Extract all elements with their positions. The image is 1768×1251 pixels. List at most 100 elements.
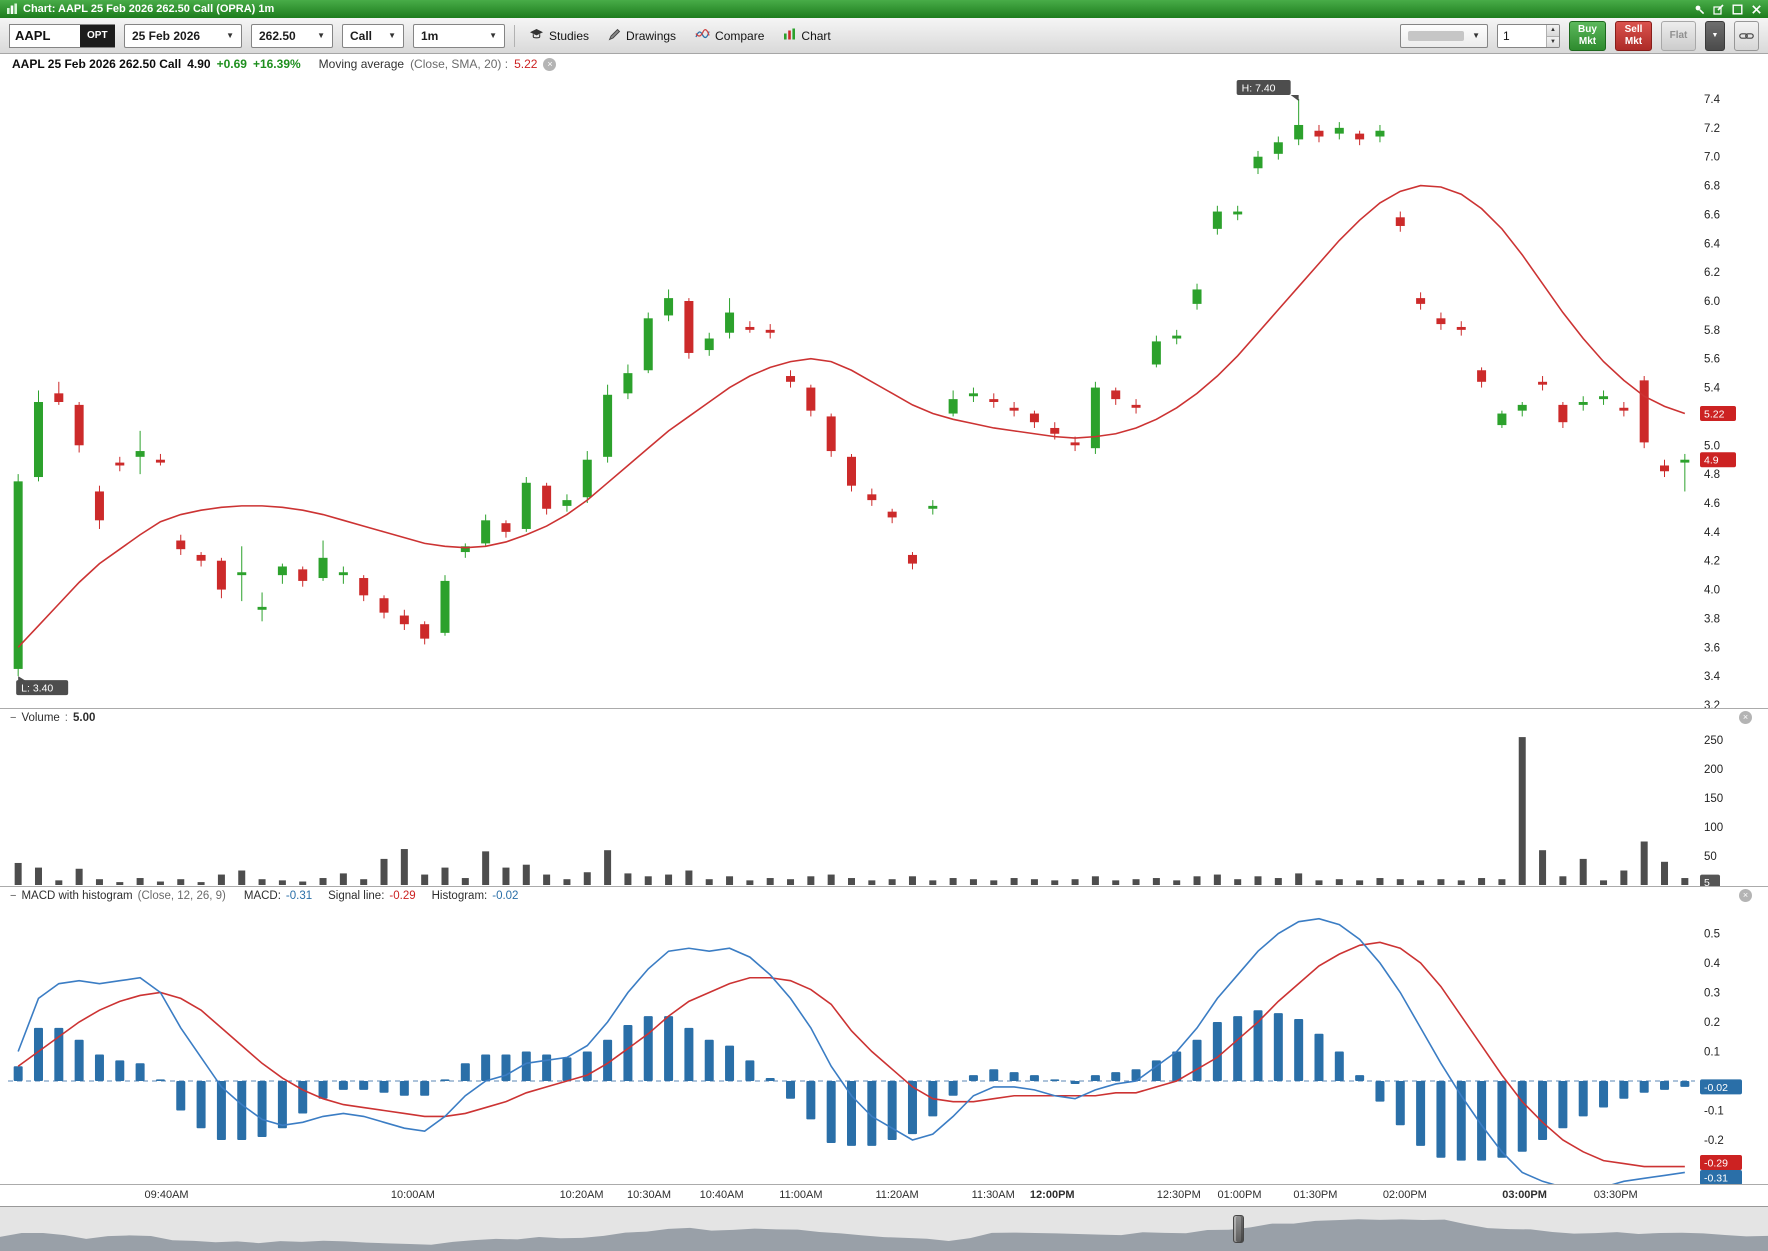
volume-bar	[970, 879, 977, 885]
volume-bar	[624, 873, 631, 885]
svg-text:7.4: 7.4	[1704, 94, 1721, 106]
svg-text:0.4: 0.4	[1704, 958, 1721, 970]
collapse-panel-icon[interactable]: −	[10, 712, 16, 724]
account-dropdown[interactable]: ▼	[1400, 24, 1488, 48]
remove-macd-icon[interactable]: ×	[1739, 889, 1752, 902]
candle	[481, 520, 490, 543]
pin-icon[interactable]	[1694, 4, 1705, 15]
chart-navigator[interactable]	[0, 1206, 1768, 1251]
volume-bar	[685, 871, 692, 886]
candle	[847, 457, 856, 486]
chart-style-label: Chart	[801, 29, 830, 43]
remove-study-icon[interactable]: ×	[543, 58, 556, 71]
sell-market-button[interactable]: Sell Mkt	[1615, 21, 1652, 51]
macd-bar	[197, 1081, 206, 1128]
volume-bar	[116, 882, 123, 885]
macd-bar	[1071, 1081, 1080, 1084]
edit-icon[interactable]	[1713, 4, 1724, 15]
macd-bar	[75, 1040, 84, 1081]
macd-bar	[684, 1028, 693, 1081]
candle	[1314, 131, 1323, 137]
time-label: 09:40AM	[145, 1189, 189, 1201]
price-chart[interactable]: 7.47.27.06.86.66.46.26.05.85.65.45.25.04…	[0, 74, 1768, 708]
svg-text:5.8: 5.8	[1704, 325, 1720, 337]
time-label: 10:40AM	[700, 1189, 744, 1201]
collapse-panel-icon[interactable]: −	[10, 890, 16, 902]
macd-bar	[1254, 1010, 1263, 1081]
macd-bar	[1558, 1081, 1567, 1128]
flat-button[interactable]: Flat	[1661, 21, 1696, 51]
macd-bar	[1579, 1081, 1588, 1116]
svg-text:4.6: 4.6	[1704, 498, 1720, 510]
volume-bar	[1620, 871, 1627, 886]
candle	[928, 506, 937, 509]
macd-bar	[806, 1081, 815, 1119]
candle	[14, 481, 23, 669]
quantity-up-icon[interactable]: ▲	[1547, 25, 1559, 36]
svg-text:0.1: 0.1	[1704, 1047, 1720, 1059]
volume-bar	[1498, 879, 1505, 885]
volume-bar	[1417, 880, 1424, 885]
studies-button[interactable]: Studies	[524, 25, 594, 46]
macd-bar	[115, 1060, 124, 1081]
volume-bar	[1559, 876, 1566, 885]
studies-icon	[529, 28, 544, 43]
timeframe-dropdown[interactable]: 1m ▼	[413, 24, 505, 48]
macd-bar	[1294, 1019, 1303, 1081]
macd-bar	[1457, 1081, 1466, 1161]
quantity-down-icon[interactable]: ▼	[1547, 36, 1559, 48]
candle	[217, 561, 226, 590]
macd-label: MACD:	[244, 890, 281, 902]
window-titlebar[interactable]: Chart: AAPL 25 Feb 2026 262.50 Call (OPR…	[0, 0, 1768, 18]
svg-text:3.6: 3.6	[1704, 642, 1720, 654]
candle	[908, 555, 917, 564]
volume-bar	[218, 875, 225, 885]
close-icon[interactable]	[1751, 4, 1762, 15]
histogram-label: Histogram:	[432, 890, 488, 902]
candle	[359, 578, 368, 595]
navigator-handle[interactable]	[1233, 1215, 1244, 1243]
macd-bar	[705, 1040, 714, 1081]
volume-bar	[55, 880, 62, 885]
volume-bar	[1255, 876, 1262, 885]
candle	[1152, 341, 1161, 364]
symbol-input[interactable]	[10, 25, 80, 47]
candle	[562, 500, 571, 506]
link-icon[interactable]	[1734, 21, 1759, 51]
remove-volume-icon[interactable]: ×	[1739, 711, 1752, 724]
studies-label: Studies	[549, 29, 589, 43]
volume-bar	[828, 875, 835, 885]
macd-bar	[1314, 1034, 1323, 1081]
navigator-area	[0, 1207, 1768, 1251]
candle	[1538, 382, 1547, 385]
candle	[440, 581, 449, 633]
expiry-dropdown[interactable]: 25 Feb 2026 ▼	[124, 24, 242, 48]
macd-chart[interactable]: 0.50.40.30.20.1-0.1-0.2-0.02-0.29-0.31	[0, 904, 1768, 1184]
quantity-input[interactable]	[1498, 25, 1546, 47]
volume-bar	[990, 880, 997, 885]
candle	[969, 393, 978, 396]
compare-button[interactable]: Compare	[690, 25, 769, 46]
macd-bar	[562, 1057, 571, 1081]
candle	[1254, 157, 1263, 169]
call-put-dropdown[interactable]: Call ▼	[342, 24, 404, 48]
volume-bar	[502, 868, 509, 885]
drawings-button[interactable]: Drawings	[603, 25, 681, 47]
maximize-icon[interactable]	[1732, 4, 1743, 15]
volume-chart[interactable]: 250200150100505	[0, 726, 1768, 886]
volume-bar	[1214, 875, 1221, 885]
svg-text:5.6: 5.6	[1704, 354, 1720, 366]
strike-dropdown[interactable]: 262.50 ▼	[251, 24, 333, 48]
candle	[867, 494, 876, 500]
macd-bar	[989, 1069, 998, 1081]
chart-style-button[interactable]: Chart	[778, 25, 835, 46]
candle	[75, 405, 84, 445]
candle	[684, 301, 693, 353]
volume-bar	[523, 865, 530, 885]
order-options-dropdown[interactable]: ▼	[1705, 21, 1725, 51]
volume-bar	[360, 879, 367, 885]
buy-market-button[interactable]: Buy Mkt	[1569, 21, 1606, 51]
candle	[1274, 142, 1283, 154]
volume-bar	[1234, 879, 1241, 885]
option-type-badge[interactable]: OPT	[80, 25, 115, 47]
